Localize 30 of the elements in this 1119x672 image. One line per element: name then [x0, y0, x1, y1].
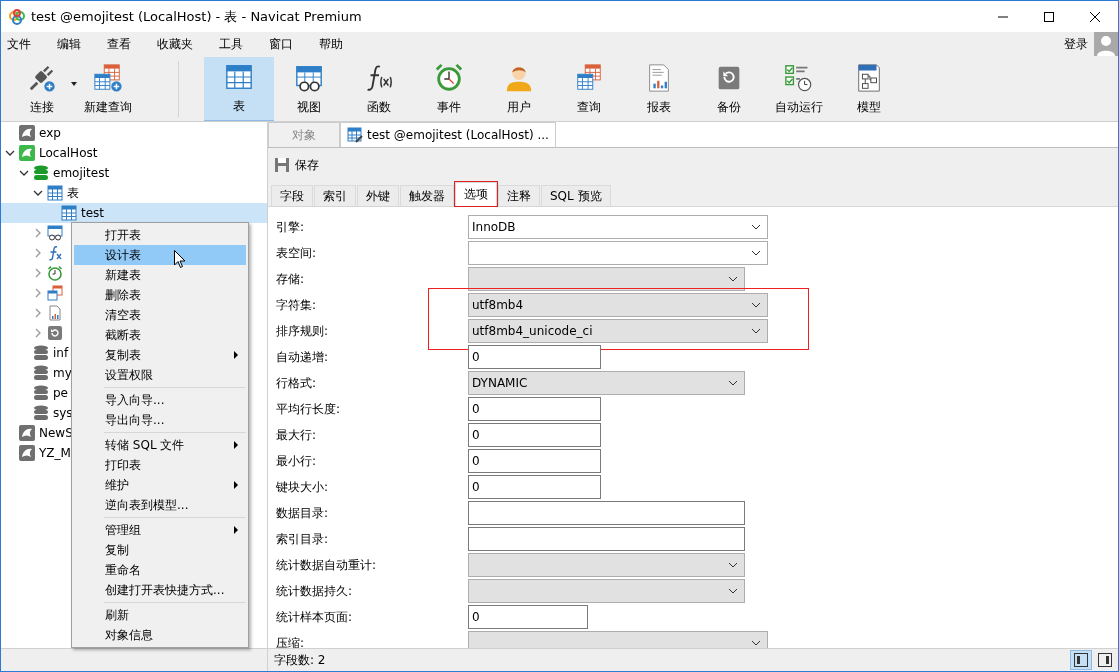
tree-label: YZ_M [39, 446, 71, 460]
tree-label: emojitest [53, 166, 110, 180]
field-label: 字符集: [276, 296, 318, 314]
field-label: 排序规则: [276, 322, 330, 340]
field-label: 最小行: [276, 452, 318, 470]
field-label: 统计数据自动重计: [276, 556, 378, 574]
field-label: 索引目录: [276, 530, 330, 548]
field-label: 数据目录: [276, 504, 330, 522]
tree-label: 表 [67, 184, 79, 202]
field-label: 自动递增: [276, 348, 330, 366]
tree-label: test [81, 206, 105, 220]
field-label: 压缩: [276, 634, 306, 648]
field-label: 表空间: [276, 244, 318, 262]
field-label: 统计样本页面: [276, 608, 354, 626]
window-title: test @emojitest (LocalHost) - 表 - Navicat Premium [31, 7, 362, 26]
field-label: 平均行长度: [276, 400, 342, 418]
tree-label: pe [53, 386, 68, 400]
tree-label: NewS [39, 426, 73, 440]
tree-label: my [53, 366, 72, 380]
field-label: 引擎: [276, 218, 306, 236]
tree-label: inf [53, 346, 69, 360]
field-label: 键块大小: [276, 478, 330, 496]
field-label: 统计数据持久: [276, 582, 354, 600]
tree-label: LocalHost [39, 146, 98, 160]
field-label: 最大行: [276, 426, 318, 444]
field-label: 存储: [276, 270, 306, 288]
tree-label: exp [39, 126, 61, 140]
status-text: 字段数: 2 [274, 651, 326, 669]
field-label: 行格式: [276, 374, 318, 392]
tree-label: sys [53, 406, 73, 420]
